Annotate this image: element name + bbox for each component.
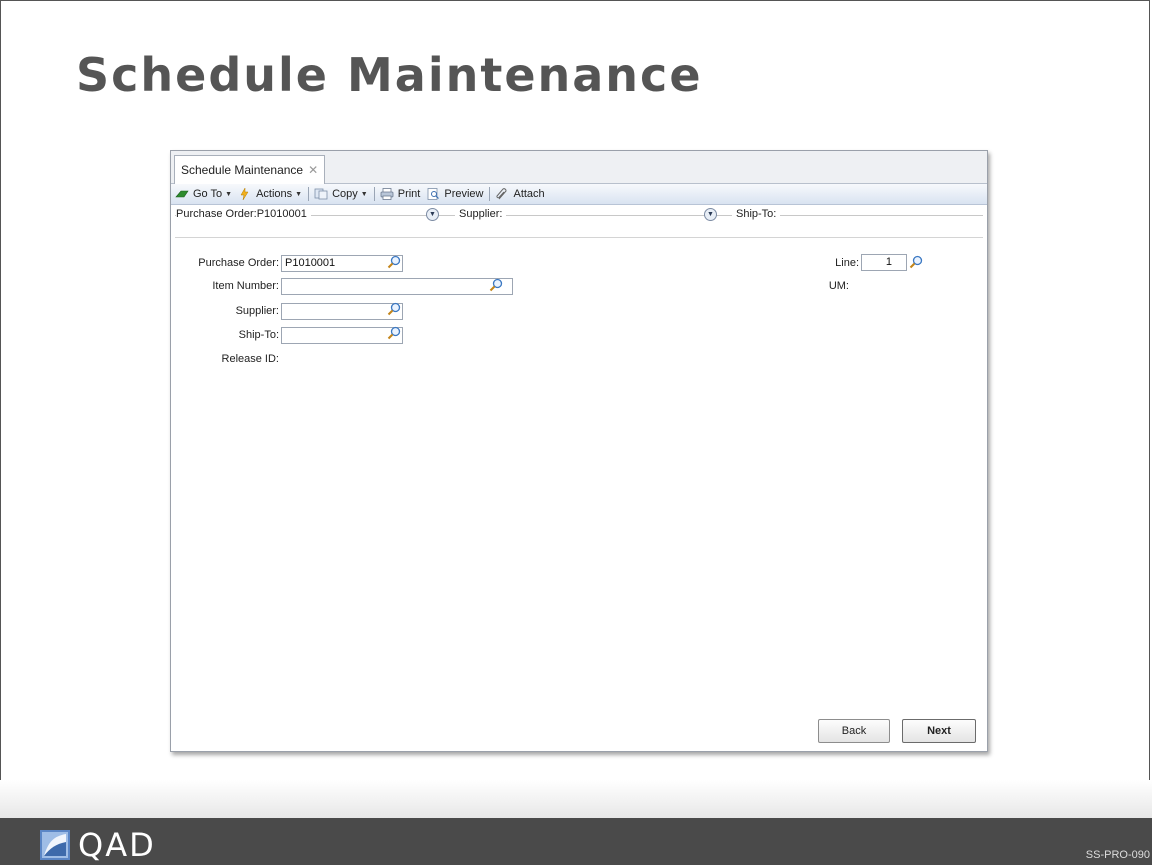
goto-label: Go To [193, 188, 223, 200]
lightning-icon [240, 188, 249, 200]
copy-menu[interactable]: Copy ▼ [314, 188, 368, 200]
copy-icon [314, 188, 328, 200]
preview-label: Preview [444, 188, 484, 200]
document-code: SS-PRO-090 [1085, 849, 1150, 861]
goto-icon [175, 190, 189, 198]
magnifier-icon[interactable] [387, 326, 401, 340]
footer-gradient [0, 780, 1152, 820]
item-number-label: Item Number: [212, 280, 279, 292]
tab-schedule-maintenance[interactable]: Schedule Maintenance ✕ [174, 155, 326, 184]
magnifier-icon[interactable] [489, 278, 503, 292]
tab-bar: Schedule Maintenance ✕ [171, 151, 987, 184]
magnifier-icon[interactable] [909, 255, 923, 269]
next-button[interactable]: Next [902, 719, 976, 743]
header-ship-to: Ship-To: [732, 208, 781, 220]
close-icon[interactable]: ✕ [308, 163, 318, 177]
copy-label: Copy [332, 188, 358, 200]
preview-icon [427, 188, 440, 200]
attach-button[interactable]: Attach [495, 188, 545, 200]
attach-label: Attach [513, 188, 545, 200]
footer: QAD SS-PRO-090 [0, 818, 1152, 865]
um-label: UM: [828, 280, 849, 292]
print-button[interactable]: Print [380, 188, 421, 200]
line-label: Line: [835, 257, 859, 269]
expand-circle-icon[interactable]: ▼ [426, 208, 439, 221]
release-id-label: Release ID: [221, 353, 279, 365]
toolbar-separator [489, 187, 491, 201]
ship-to-label: Ship-To: [238, 329, 279, 341]
purchase-order-label: Purchase Order: [198, 257, 279, 269]
toolbar-separator [373, 187, 375, 201]
actions-label: Actions [256, 188, 293, 200]
header-summary: Purchase Order:P1010001 ▼ Supplier: ▼ Sh… [171, 205, 987, 225]
purchase-order-field[interactable]: P1010001 [281, 255, 403, 272]
header-purchase-order: Purchase Order:P1010001 [176, 208, 311, 220]
chevron-down-icon: ▼ [295, 190, 303, 198]
header-supplier: Supplier: [455, 208, 507, 220]
supplier-label: Supplier: [235, 305, 279, 317]
supplier-field[interactable] [281, 303, 403, 320]
paperclip-icon [496, 188, 507, 200]
logo-text: QAD [78, 826, 156, 864]
actions-menu[interactable]: Actions ▼ [238, 188, 302, 200]
chevron-down-icon: ▼ [360, 190, 368, 198]
tab-label: Schedule Maintenance [181, 163, 304, 177]
toolbar-separator [308, 187, 310, 201]
qad-logo-icon [40, 830, 70, 860]
chevron-down-icon: ▼ [225, 190, 233, 198]
item-number-field[interactable] [281, 278, 513, 295]
printer-icon [380, 188, 394, 200]
qad-logo: QAD [40, 826, 156, 864]
app-window: Schedule Maintenance ✕ Go To ▼ Actions ▼… [170, 150, 988, 752]
line-field[interactable]: 1 [861, 254, 907, 271]
magnifier-icon[interactable] [387, 255, 401, 269]
goto-menu[interactable]: Go To ▼ [175, 188, 232, 200]
expand-circle-icon[interactable]: ▼ [704, 208, 717, 221]
back-button[interactable]: Back [818, 719, 890, 743]
preview-button[interactable]: Preview [426, 188, 483, 200]
slide-title: Schedule Maintenance [76, 48, 703, 102]
ship-to-field[interactable] [281, 327, 403, 344]
magnifier-icon[interactable] [387, 302, 401, 316]
toolbar: Go To ▼ Actions ▼ Copy ▼ Print Preview A… [171, 184, 987, 205]
section-divider [175, 237, 983, 238]
print-label: Print [397, 188, 421, 200]
